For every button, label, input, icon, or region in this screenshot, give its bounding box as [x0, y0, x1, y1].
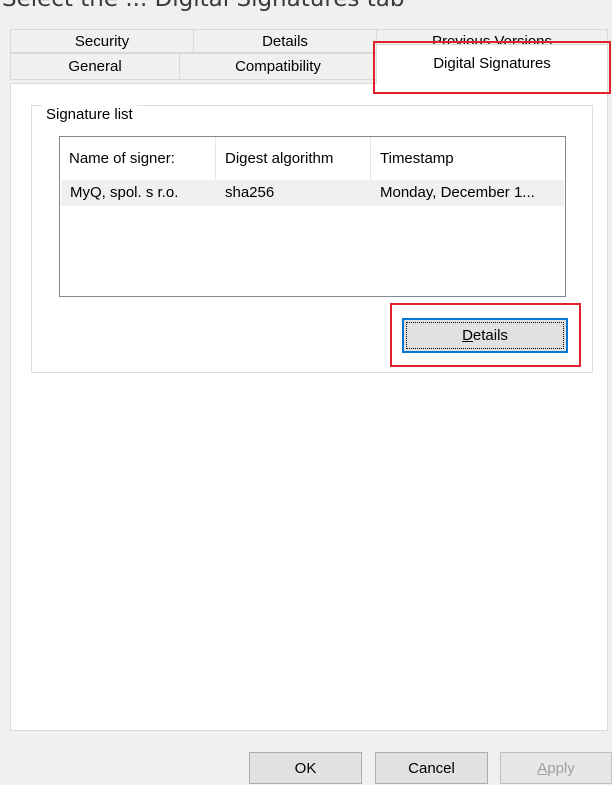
column-header-signer[interactable]: Name of signer: — [60, 137, 216, 180]
tab-compatibility-label: Compatibility — [235, 58, 321, 75]
table-row[interactable]: MyQ, spol. s r.o. sha256 Monday, Decembe… — [61, 180, 564, 206]
cell-digest: sha256 — [225, 184, 275, 201]
signature-list-legend: Signature list — [42, 105, 137, 125]
apply-rest: pply — [547, 759, 575, 777]
signature-list-header: Name of signer: Digest algorithm Timesta… — [60, 137, 565, 180]
apply-mnemonic: A — [537, 759, 548, 777]
tab-general[interactable]: General — [10, 53, 180, 80]
tab-security-label: Security — [74, 32, 130, 50]
tab-digital-signatures-label: Digital Signatures — [433, 55, 551, 72]
signature-list[interactable]: Name of signer: Digest algorithm Timesta… — [59, 136, 566, 297]
apply-button[interactable]: Apply — [500, 752, 612, 784]
ok-button[interactable]: OK — [249, 752, 362, 784]
column-header-digest[interactable]: Digest algorithm — [216, 137, 371, 180]
apply-button-label: Apply — [537, 760, 575, 777]
details-button[interactable]: Details — [402, 318, 568, 353]
tab-compatibility[interactable]: Compatibility — [179, 53, 377, 80]
tab-digital-signatures[interactable]: Digital Signatures — [376, 44, 608, 84]
tutorial-caption-strip: Select the ... Digital Signatures tab — [0, 0, 612, 23]
cancel-button[interactable]: Cancel — [375, 752, 488, 784]
cell-timestamp: Monday, December 1... — [380, 184, 535, 201]
tab-general-label: General — [68, 58, 122, 75]
tab-details-label: Details — [262, 32, 308, 50]
tab-security[interactable]: Security — [10, 29, 194, 53]
tutorial-caption: Select the ... Digital Signatures tab — [2, 0, 404, 12]
focus-indicator — [406, 322, 564, 349]
cell-signer: MyQ, spol. s r.o. — [70, 184, 179, 201]
column-header-timestamp[interactable]: Timestamp — [371, 137, 565, 180]
tab-details[interactable]: Details — [193, 29, 377, 53]
